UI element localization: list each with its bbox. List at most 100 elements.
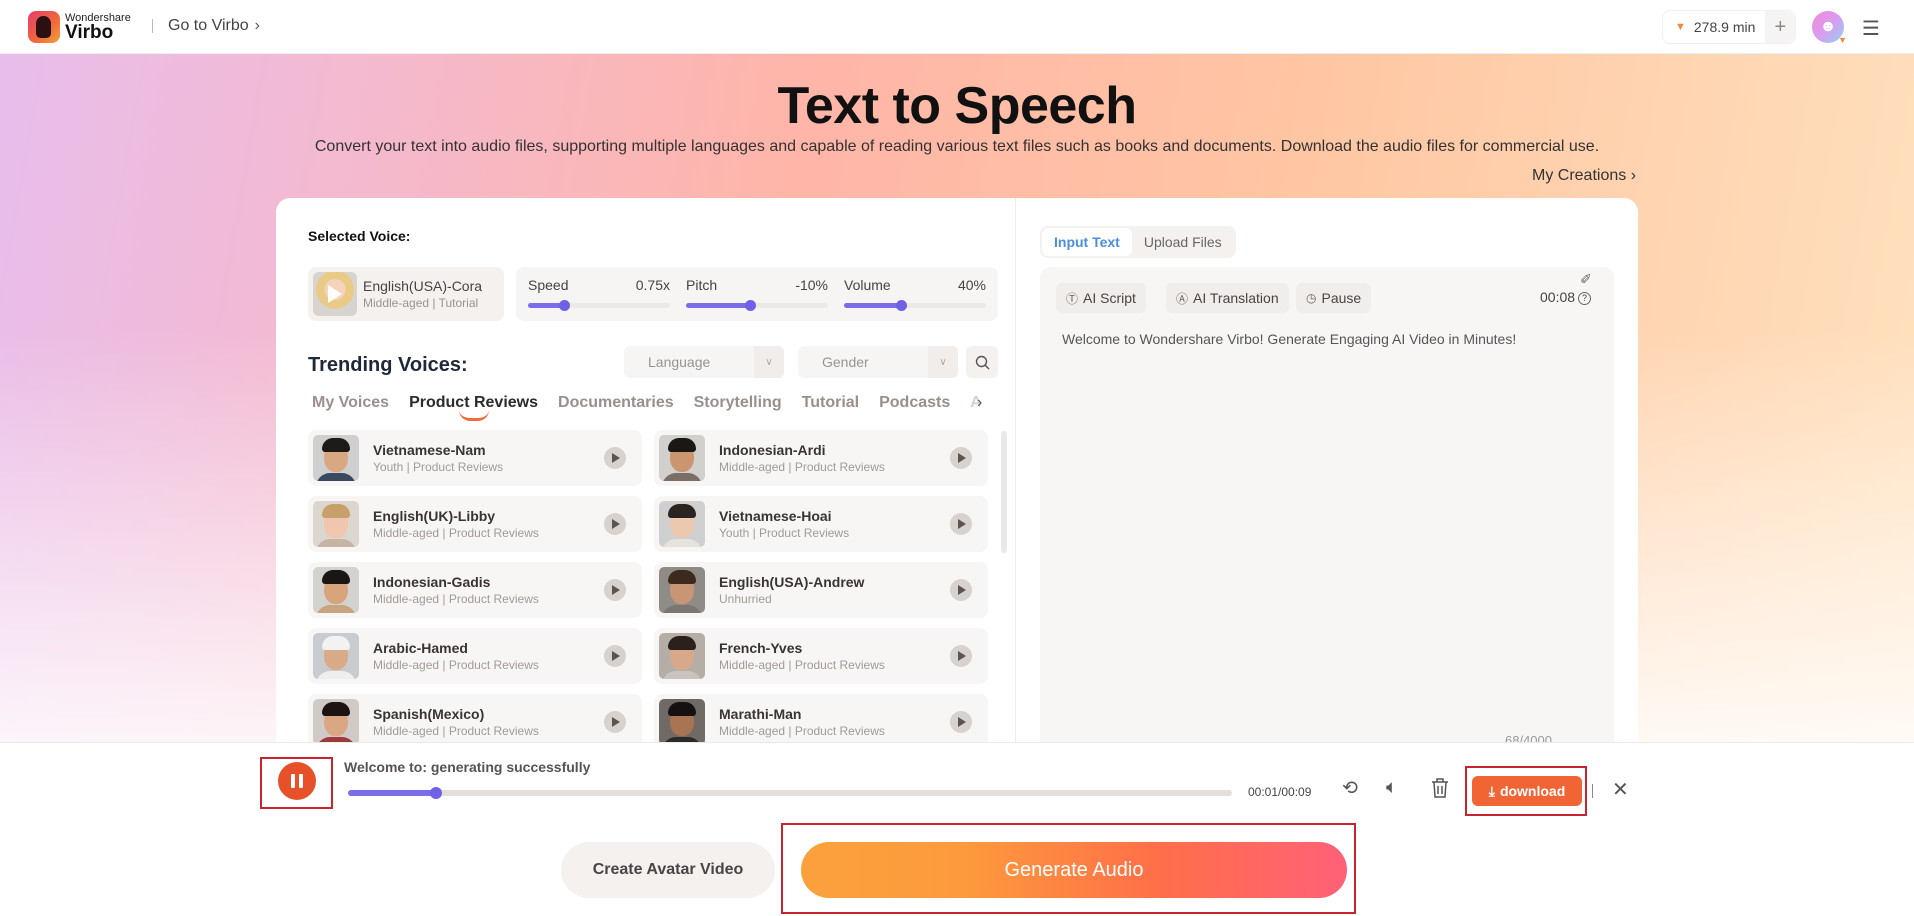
play-preview-button[interactable]: [604, 711, 626, 733]
play-preview-button[interactable]: [950, 513, 972, 535]
script-text[interactable]: Welcome to Wondershare Virbo! Generate E…: [1062, 331, 1516, 347]
gender-select[interactable]: Gender ∨: [798, 346, 958, 378]
tab-podcasts[interactable]: Podcasts: [879, 394, 950, 412]
pause-button[interactable]: [278, 762, 316, 800]
generate-audio-button[interactable]: Generate Audio: [801, 842, 1347, 898]
avatar-hair: [322, 438, 350, 452]
go-to-virbo-link[interactable]: Go to Virbo ›: [168, 17, 260, 35]
avatar-hair: [322, 702, 350, 716]
avatar-body: [316, 671, 356, 679]
download-button[interactable]: ⤓ download: [1472, 776, 1582, 806]
play-preview-button[interactable]: [604, 645, 626, 667]
tts-card: Selected Voice: English(USA)-Cora Middle…: [276, 198, 1638, 758]
volume-label: Volume: [844, 277, 891, 293]
tab-input-text[interactable]: Input Text: [1042, 228, 1132, 256]
category-tabs: My Voices Product Reviews Documentaries Sto…: [312, 394, 980, 421]
voice-name: English(USA)-Andrew: [719, 574, 865, 590]
play-preview-button[interactable]: [950, 711, 972, 733]
ai-script-button[interactable]: Ⓣ AI Script: [1056, 283, 1146, 313]
voice-list-scrollbar[interactable]: [1001, 431, 1007, 553]
search-button[interactable]: [966, 346, 998, 378]
voice-item[interactable]: Indonesian-Ardi Middle-aged | Product Rev…: [654, 430, 988, 486]
virbo-logo[interactable]: Wondershare Virbo: [28, 11, 131, 43]
avatar-hair: [668, 702, 696, 716]
audio-player: Welcome to: generating successfully 00:0…: [0, 742, 1914, 822]
text-panel: Input Text Upload Files Ⓣ AI Script Ⓐ AI T…: [1040, 198, 1638, 758]
history-icon[interactable]: ⟲: [1342, 777, 1358, 800]
pitch-fill: [686, 303, 750, 308]
pitch-thumb[interactable]: [744, 300, 756, 311]
voice-name: Indonesian-Gadis: [373, 574, 491, 590]
voice-name: French-Yves: [719, 640, 803, 656]
play-preview-button[interactable]: [950, 645, 972, 667]
play-preview-button[interactable]: [950, 579, 972, 601]
pause-label: Pause: [1321, 290, 1362, 306]
playback-thumb[interactable]: [430, 787, 443, 799]
playback-progress[interactable]: [348, 787, 1232, 799]
language-select[interactable]: Language ∨: [624, 346, 784, 378]
pitch-slider[interactable]: Pitch -10%: [686, 277, 828, 311]
clear-text-icon[interactable]: ✐: [1580, 271, 1592, 288]
play-preview-button[interactable]: [950, 447, 972, 469]
voice-desc: Middle-aged | Product Reviews: [373, 526, 539, 540]
hamburger-menu-icon[interactable]: ☰: [1862, 16, 1880, 41]
voice-avatar: [659, 567, 705, 613]
voice-desc: Middle-aged | Product Reviews: [719, 724, 885, 738]
voice-item[interactable]: Indonesian-Gadis Middle-aged | Product Re…: [308, 562, 642, 618]
voice-desc: Middle-aged | Product Reviews: [373, 724, 539, 738]
my-creations-link[interactable]: My Creations ›: [1532, 167, 1636, 185]
speed-thumb[interactable]: [558, 300, 570, 311]
avatar-hair: [668, 636, 696, 650]
volume-thumb[interactable]: [895, 300, 907, 311]
input-mode-tabs: Input Text Upload Files: [1040, 226, 1236, 258]
play-preview-button[interactable]: [604, 513, 626, 535]
ai-script-label: AI Script: [1083, 290, 1136, 306]
language-placeholder: Language: [648, 354, 711, 370]
pause-insert-button[interactable]: ◷ Pause: [1296, 283, 1372, 313]
voice-item[interactable]: English(USA)-Andrew Unhurried: [654, 562, 988, 618]
voice-panel: Selected Voice: English(USA)-Cora Middle…: [276, 198, 1016, 758]
voice-item[interactable]: French-Yves Middle-aged | Product Reviews: [654, 628, 988, 684]
voice-name: Indonesian-Ardi: [719, 442, 826, 458]
tab-upload-files[interactable]: Upload Files: [1132, 228, 1234, 256]
text-box-icon: Ⓣ: [1066, 291, 1079, 306]
download-label: download: [1499, 783, 1566, 799]
ai-translation-button[interactable]: Ⓐ AI Translation: [1166, 283, 1289, 313]
tab-documentaries[interactable]: Documentaries: [558, 394, 674, 412]
chevron-right-icon[interactable]: ›: [977, 394, 982, 412]
tab-storytelling[interactable]: Storytelling: [694, 394, 782, 412]
voice-avatar: [313, 699, 359, 745]
voice-desc: Middle-aged | Product Reviews: [373, 592, 539, 606]
voice-desc: Middle-aged | Product Reviews: [719, 460, 885, 474]
voice-item[interactable]: Vietnamese-Hoai Youth | Product Reviews: [654, 496, 988, 552]
text-editor[interactable]: Ⓣ AI Script Ⓐ AI Translation ◷ Pause ✐ 00:0…: [1040, 267, 1614, 758]
volume-slider[interactable]: Volume 40%: [844, 277, 986, 311]
trash-icon[interactable]: [1430, 777, 1450, 805]
volume-value: 40%: [957, 277, 986, 293]
voice-item[interactable]: Arabic-Hamed Middle-aged | Product Review…: [308, 628, 642, 684]
voice-avatar: [313, 567, 359, 613]
voice-item[interactable]: English(UK)-Libby Middle-aged | Product R…: [308, 496, 642, 552]
user-avatar[interactable]: ☻ ▼: [1812, 11, 1847, 45]
voice-avatar: [659, 699, 705, 745]
selected-voice-card[interactable]: English(USA)-Cora Middle-aged | Tutorial: [308, 267, 504, 321]
voice-avatar: [659, 435, 705, 481]
divider: [152, 19, 153, 33]
download-icon: ⤓: [1488, 782, 1495, 799]
player-status: Welcome to: generating successfully: [344, 759, 591, 775]
play-preview-button[interactable]: [604, 447, 626, 469]
tab-tutorial[interactable]: Tutorial: [802, 394, 859, 412]
playback-fill: [348, 790, 437, 796]
play-preview-button[interactable]: [604, 579, 626, 601]
add-credits-button[interactable]: +: [1765, 11, 1796, 43]
close-icon[interactable]: ✕: [1612, 777, 1629, 802]
speed-slider[interactable]: Speed 0.75x: [528, 277, 670, 311]
help-icon[interactable]: ?: [1578, 292, 1592, 305]
voice-item[interactable]: Vietnamese-Nam Youth | Product Reviews: [308, 430, 642, 486]
create-avatar-video-button[interactable]: Create Avatar Video: [561, 842, 775, 898]
tab-my-voices[interactable]: My Voices: [312, 394, 389, 412]
voice-desc: Youth | Product Reviews: [719, 526, 850, 540]
tab-product-reviews[interactable]: Product Reviews: [409, 394, 538, 421]
volume-icon[interactable]: 🔈︎: [1386, 777, 1397, 799]
selected-voice-avatar[interactable]: [313, 272, 357, 316]
